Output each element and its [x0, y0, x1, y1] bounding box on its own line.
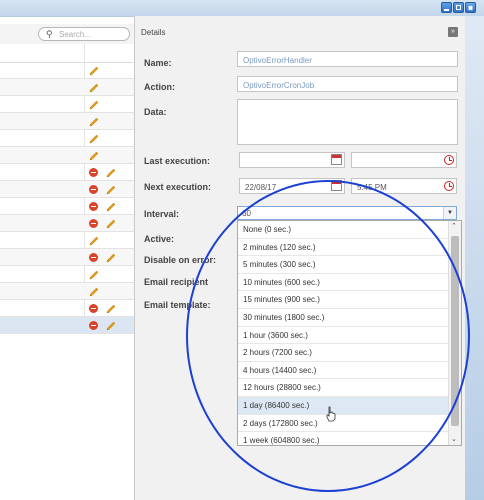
- details-title: Details: [141, 28, 166, 37]
- list-item[interactable]: [0, 317, 134, 334]
- interval-option[interactable]: 2 hours (7200 sec.): [238, 344, 461, 362]
- interval-option[interactable]: 5 minutes (300 sec.): [238, 256, 461, 274]
- data-field[interactable]: [237, 99, 458, 145]
- pencil-icon[interactable]: [89, 287, 99, 297]
- delete-icon[interactable]: [89, 185, 98, 194]
- list-item[interactable]: [0, 130, 134, 147]
- name-field[interactable]: OptivoErrorHandler: [237, 51, 458, 67]
- pencil-icon[interactable]: [89, 66, 99, 76]
- details-header: Details »: [135, 24, 465, 42]
- list-item[interactable]: [0, 181, 134, 198]
- list-header: [0, 44, 134, 63]
- action-field[interactable]: OptivoErrorCronJob: [237, 76, 458, 92]
- delete-icon[interactable]: [89, 253, 98, 262]
- delete-icon[interactable]: [89, 168, 98, 177]
- list-item[interactable]: [0, 198, 134, 215]
- interval-options: None (0 sec.) 2 minutes (120 sec.) 5 minut…: [238, 221, 461, 445]
- clock-icon[interactable]: [444, 181, 454, 191]
- last-execution-label: Last execution:: [144, 156, 211, 166]
- interval-option[interactable]: 1 hour (3600 sec.): [238, 327, 461, 345]
- pencil-icon[interactable]: [89, 236, 99, 246]
- email-recipient-label: Email recipient: [144, 277, 209, 287]
- active-label: Active:: [144, 234, 175, 244]
- calendar-icon[interactable]: [331, 180, 342, 191]
- minimize-icon[interactable]: [441, 2, 452, 13]
- email-template-label: Email template:: [144, 300, 211, 310]
- scroll-up-icon[interactable]: ⌃: [451, 222, 457, 230]
- list-item[interactable]: [0, 113, 134, 130]
- interval-option[interactable]: 30 minutes (1800 sec.): [238, 309, 461, 327]
- pencil-icon[interactable]: [89, 83, 99, 93]
- pencil-icon[interactable]: [106, 219, 116, 229]
- dropdown-scrollbar[interactable]: ⌃ ⌄: [448, 221, 461, 445]
- next-execution-label: Next execution:: [144, 182, 212, 192]
- pencil-icon[interactable]: [106, 168, 116, 178]
- interval-option[interactable]: 10 minutes (600 sec.): [238, 274, 461, 292]
- cronjob-list: [0, 62, 134, 334]
- interval-dropdown[interactable]: None (0 sec.) 2 minutes (120 sec.) 5 minut…: [237, 220, 462, 446]
- list-item[interactable]: [0, 164, 134, 181]
- interval-option[interactable]: 1 day (86400 sec.): [238, 396, 461, 415]
- list-item[interactable]: [0, 300, 134, 317]
- data-label: Data:: [144, 107, 167, 117]
- calendar-icon[interactable]: [331, 154, 342, 165]
- interval-option[interactable]: 2 minutes (120 sec.): [238, 239, 461, 257]
- search-input[interactable]: ⚲ Search...: [38, 27, 130, 41]
- last-execution-date[interactable]: [239, 152, 345, 168]
- interval-option[interactable]: 15 minutes (900 sec.): [238, 291, 461, 309]
- search-icon: ⚲: [46, 29, 53, 39]
- scrollbar-thumb[interactable]: [451, 236, 459, 426]
- delete-icon[interactable]: [89, 321, 98, 330]
- pencil-icon[interactable]: [89, 100, 99, 110]
- interval-option[interactable]: 12 hours (28800 sec.): [238, 379, 461, 397]
- pencil-icon[interactable]: [106, 304, 116, 314]
- delete-icon[interactable]: [89, 219, 98, 228]
- interval-option[interactable]: 4 hours (14400 sec.): [238, 362, 461, 380]
- list-item[interactable]: [0, 96, 134, 113]
- pencil-icon[interactable]: [89, 151, 99, 161]
- interval-label: Interval:: [144, 209, 180, 219]
- name-label: Name:: [144, 58, 172, 68]
- list-item[interactable]: [0, 283, 134, 300]
- delete-icon[interactable]: [89, 304, 98, 313]
- delete-icon[interactable]: [89, 202, 98, 211]
- pencil-icon[interactable]: [106, 202, 116, 212]
- list-item[interactable]: [0, 266, 134, 283]
- chevron-down-icon[interactable]: ▼: [443, 207, 456, 219]
- next-execution-date[interactable]: 22/08/17: [239, 178, 345, 194]
- pencil-icon[interactable]: [89, 270, 99, 280]
- list-item[interactable]: [0, 232, 134, 249]
- pencil-icon[interactable]: [89, 117, 99, 127]
- window-edge: [465, 16, 484, 500]
- list-item[interactable]: [0, 147, 134, 164]
- collapse-icon[interactable]: »: [448, 27, 458, 37]
- interval-option[interactable]: 1 week (604800 sec.): [238, 432, 461, 445]
- maximize-icon[interactable]: [453, 2, 464, 13]
- action-label: Action:: [144, 82, 175, 92]
- last-execution-time[interactable]: [351, 152, 457, 168]
- interval-select[interactable]: 60 ▼: [237, 206, 457, 220]
- pencil-icon[interactable]: [106, 321, 116, 331]
- next-execution-time[interactable]: 5:45 PM: [351, 178, 457, 194]
- hand-cursor-icon: [326, 406, 336, 422]
- interval-value: 60: [242, 209, 251, 218]
- list-item[interactable]: [0, 79, 134, 96]
- pencil-icon[interactable]: [106, 253, 116, 263]
- list-item[interactable]: [0, 249, 134, 266]
- list-item[interactable]: [0, 215, 134, 232]
- interval-option[interactable]: 2 days (172800 sec.): [238, 415, 461, 433]
- pencil-icon[interactable]: [106, 185, 116, 195]
- interval-option[interactable]: None (0 sec.): [238, 221, 461, 239]
- clock-icon[interactable]: [444, 155, 454, 165]
- list-item[interactable]: [0, 62, 134, 79]
- disable-on-error-label: Disable on error:: [144, 255, 217, 265]
- close-icon[interactable]: [465, 2, 476, 13]
- scroll-down-icon[interactable]: ⌄: [451, 435, 457, 443]
- search-placeholder: Search...: [59, 30, 92, 39]
- window-titlebar: [0, 0, 484, 17]
- pencil-icon[interactable]: [89, 134, 99, 144]
